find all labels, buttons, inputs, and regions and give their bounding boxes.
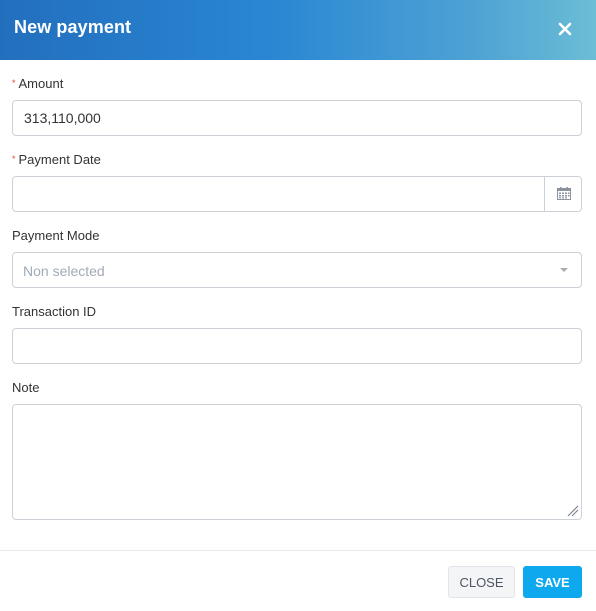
transaction-id-label: Transaction ID [12,304,97,319]
note-label: Note [12,380,40,395]
amount-input[interactable] [12,100,582,136]
new-payment-modal: New payment *Amount *Payment Date [0,0,596,611]
required-mark: * [12,154,16,164]
close-icon[interactable] [555,19,575,39]
caret-down-icon [560,268,568,272]
note-textarea[interactable] [12,404,582,520]
calendar-icon [557,187,571,200]
payment-date-label-text: Payment Date [18,152,101,167]
payment-mode-select[interactable]: Non selected [12,252,582,288]
save-button[interactable]: SAVE [523,566,582,598]
amount-label-text: Amount [18,76,64,91]
required-mark: * [12,78,16,88]
payment-mode-label: Payment Mode [12,228,100,243]
resize-grip-icon[interactable] [566,504,579,517]
payment-date-label: * Payment Date [12,152,101,167]
modal-header: New payment [0,0,596,60]
calendar-button[interactable] [544,177,581,211]
payment-mode-value: Non selected [23,263,105,279]
transaction-id-input[interactable] [12,328,582,364]
amount-label: * Amount [12,76,63,91]
close-button[interactable]: CLOSE [448,566,515,598]
payment-date-input[interactable] [13,177,544,211]
modal-title: New payment [14,17,132,37]
payment-date-field [12,176,582,212]
footer-divider [0,550,596,551]
